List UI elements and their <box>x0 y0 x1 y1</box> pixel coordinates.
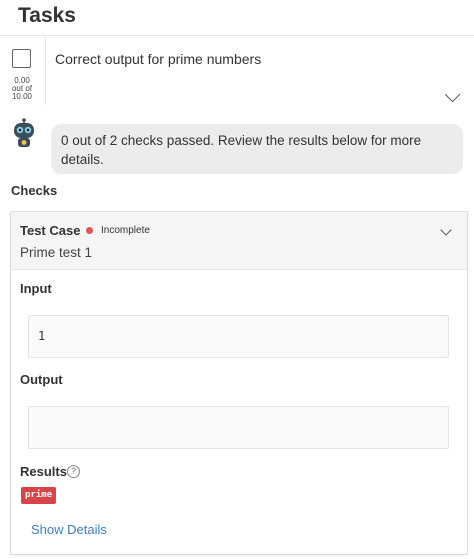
show-details-link[interactable]: Show Details <box>31 522 107 537</box>
checkbox-icon[interactable] <box>12 49 31 68</box>
chevron-down-icon[interactable] <box>444 86 461 103</box>
output-label: Output <box>20 372 63 387</box>
test-case-header[interactable]: Test Case Incomplete Prime test 1 <box>11 212 467 270</box>
header: Tasks <box>0 0 474 36</box>
task-title: Correct output for prime numbers <box>55 51 262 67</box>
help-icon[interactable]: ? <box>67 465 80 478</box>
chevron-down-icon[interactable] <box>440 224 452 236</box>
task-status: 0.00 out of 10.00 <box>0 37 46 105</box>
page-title: Tasks <box>18 4 76 27</box>
status-badge: Incomplete <box>101 225 150 236</box>
status-dot-icon <box>86 227 93 234</box>
checks-label: Checks <box>11 183 58 198</box>
assistant-message: 0 out of 2 checks passed. Review the res… <box>51 124 463 174</box>
score-max: 10.00 <box>11 92 33 101</box>
results-badge: prime <box>21 487 57 504</box>
test-case-name: Prime test 1 <box>20 245 93 260</box>
test-case-label: Test Case <box>20 223 81 238</box>
test-case-card: Test Case Incomplete Prime test 1 Input … <box>10 211 468 555</box>
results-label: Results <box>20 464 67 479</box>
input-label: Input <box>20 281 52 296</box>
tasks-panel: Tasks 0.00 out of 10.00 Correct output f… <box>0 0 474 559</box>
task-row[interactable]: 0.00 out of 10.00 Correct output for pri… <box>0 37 474 105</box>
score: 0.00 out of 10.00 <box>0 77 44 101</box>
robot-icon <box>9 118 39 148</box>
input-value: 1 <box>28 315 449 358</box>
output-value <box>28 406 449 449</box>
